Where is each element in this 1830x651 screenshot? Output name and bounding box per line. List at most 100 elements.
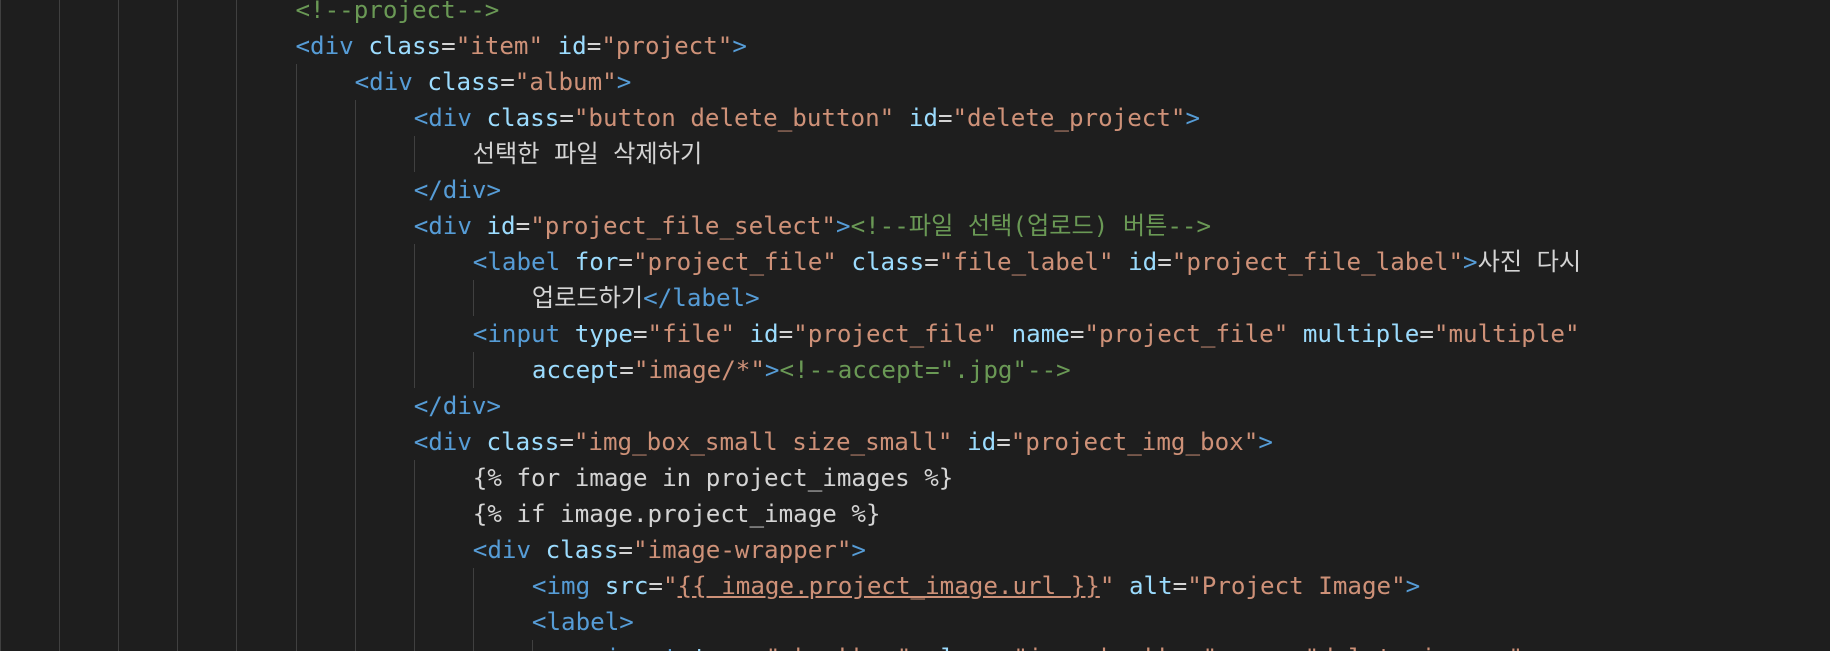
code-text: = [996,428,1011,456]
code-line[interactable]: accept="image/*"><!--accept=".jpg"--> [532,352,1071,388]
code-attribute: id [749,320,779,348]
code-string: " [1099,572,1115,600]
code-string: "album" [514,68,617,96]
code-text: = [559,428,574,456]
code-string: "img_box_small size_small" [573,428,953,456]
indent-guide [118,0,119,651]
code-tag: > [851,536,866,564]
code-attribute: class [851,248,925,276]
code-attribute: name [1011,320,1070,348]
code-line[interactable]: <div class="button delete_button" id="de… [414,100,1200,136]
code-line[interactable]: {% for image in project_images %} [473,460,954,496]
indent-guide [0,0,1,651]
code-text: = [1157,248,1172,276]
code-string: "delete_project" [952,104,1186,132]
code-attribute: class [926,644,999,651]
code-text: = [618,248,633,276]
code-attribute: id [967,428,997,456]
code-tag: > [836,212,851,240]
code-text: = [632,320,648,348]
code-string: {{ image.project_image.url }} [677,572,1100,600]
code-text: {% if image.project_image %} [472,500,881,528]
indent-guide [355,100,356,651]
code-text: = [648,572,663,600]
code-string: " [662,572,678,600]
code-attribute: accept [531,356,620,384]
code-string: "image-wrapper" [632,536,852,564]
code-text: = [937,104,953,132]
code-string: "image/*" [633,356,765,384]
code-line[interactable]: <div id="project_file_select"><!--파일 선택(… [414,208,1211,244]
code-line[interactable]: <input type="file" id="project_file" nam… [473,316,1580,352]
code-string: "button delete_button" [573,104,895,132]
indent-guide [414,460,415,651]
code-text: = [441,32,456,60]
code-comment: <!--accept=".jpg"--> [779,356,1071,384]
code-attribute: type [693,644,751,651]
code-tag: > [764,356,780,384]
indent-guide [177,0,178,651]
code-string: "project" [601,32,733,60]
code-editor[interactable]: <!--project--> <div class="item" id="proj… [0,0,1830,651]
code-string: "Project Image" [1187,572,1406,600]
code-line[interactable]: 선택한 파일 삭제하기 [473,136,702,172]
code-tag: > [1405,572,1421,600]
code-text: = [559,104,574,132]
code-tag: > [1185,104,1201,132]
code-tag: <input [591,644,678,651]
code-text: = [924,248,939,276]
code-attribute: class [545,536,619,564]
code-attribute: class [486,428,560,456]
code-text: {% for image in project_images %} [472,464,954,492]
code-line[interactable]: <div class="image-wrapper"> [473,532,866,568]
code-string: "project_file_label" [1171,248,1464,276]
code-attribute: name [1232,644,1290,651]
code-tag: <div [472,536,532,564]
code-attribute: class [368,32,442,60]
code-line[interactable]: <input type="checkbox" class="img-checkb… [591,640,1523,651]
code-line[interactable]: {% if image.project_image %} [473,496,881,532]
code-tag: <input [472,320,561,348]
code-text: = [515,212,531,240]
code-attribute: id [1128,248,1158,276]
code-line[interactable]: <div class="img_box_small size_small" id… [414,424,1273,460]
code-string: "checkbox" [766,644,912,651]
indent-guide [236,0,237,651]
code-string: "project_file" [632,248,837,276]
code-line[interactable]: <label> [532,604,634,640]
code-comment: <!--파일 선택(업로드) 버튼--> [850,212,1212,240]
code-line[interactable]: </div> [414,388,501,424]
code-attribute: class [486,104,560,132]
code-string: "img-checkbox" [1013,644,1217,651]
code-attribute: multiple [1302,320,1420,348]
code-tag: > [1463,248,1478,276]
code-line[interactable]: </div> [414,172,501,208]
code-text: = [1069,320,1085,348]
code-text: 사진 다시 [1477,248,1582,276]
indent-guide [532,640,533,651]
code-line[interactable]: <img src="{{ image.project_image.url }}"… [532,568,1420,604]
code-line[interactable]: <!--project--> [296,0,500,28]
indent-guide [296,64,297,651]
indent-guide [473,568,474,651]
code-line[interactable]: <div class="album"> [355,64,632,100]
indent-guide [473,280,474,316]
code-line[interactable]: 업로드하기</label> [532,280,760,316]
code-tag: <div [413,428,472,456]
code-string: "multiple" [1433,320,1580,348]
code-line[interactable]: <div class="item" id="project"> [296,28,747,64]
code-line[interactable]: <label for="project_file" class="file_la… [473,244,1581,280]
